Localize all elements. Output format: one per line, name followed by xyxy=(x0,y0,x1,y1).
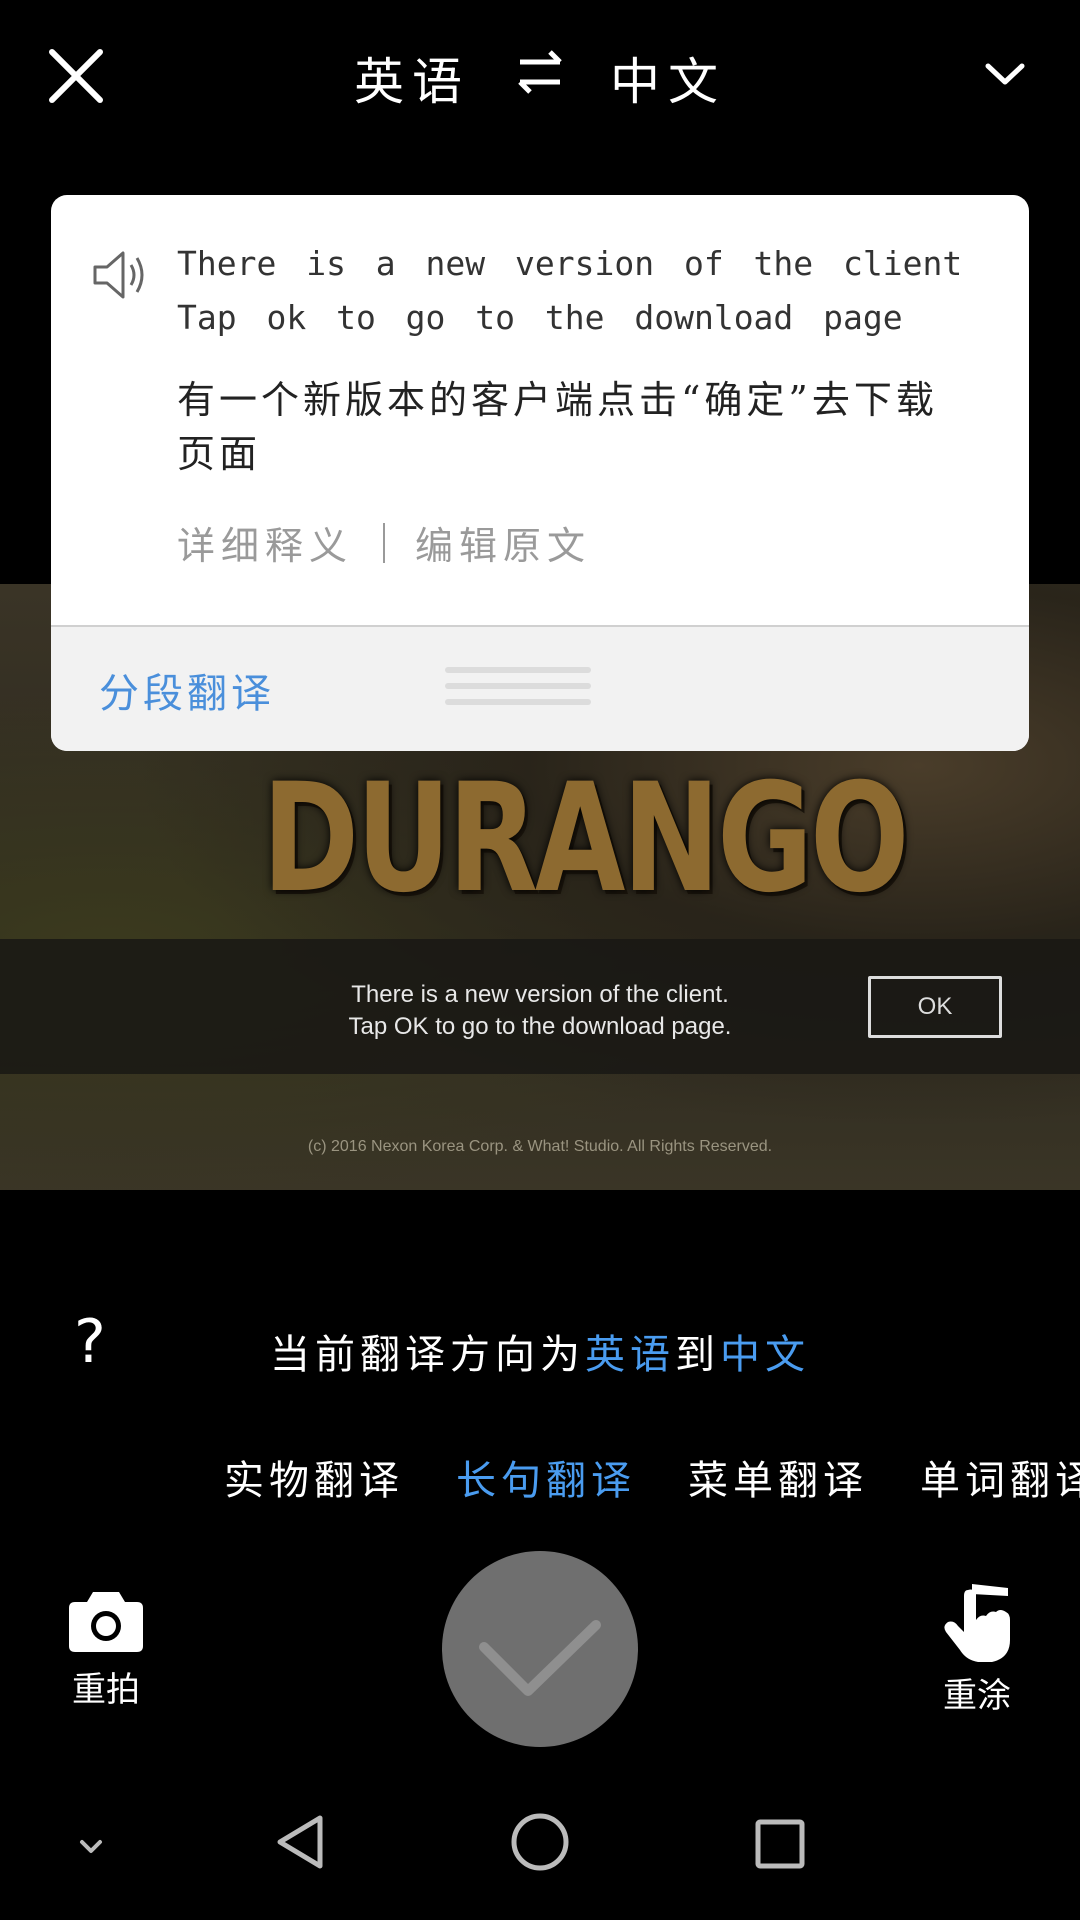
nav-home-button[interactable] xyxy=(510,1812,570,1872)
game-logo: DURANGO xyxy=(262,752,909,926)
camera-icon xyxy=(69,1592,143,1652)
translated-text: 有一个新版本的客户端点击“确定”去下载页面 xyxy=(177,378,938,476)
source-language[interactable]: 英语 xyxy=(354,42,470,114)
mode-tabs: 实物翻译 长句翻译 菜单翻译 单词翻译 xyxy=(224,1448,1080,1506)
drag-handle[interactable] xyxy=(445,667,591,713)
nav-back-button[interactable] xyxy=(274,1812,326,1872)
dropdown-button[interactable] xyxy=(970,44,1040,104)
retake-label: 重拍 xyxy=(72,1670,140,1710)
source-text: There is a new version of the client Tap… xyxy=(177,244,963,337)
retake-button[interactable]: 重拍 xyxy=(60,1588,152,1711)
repaint-label: 重涂 xyxy=(943,1676,1011,1716)
swap-icon[interactable] xyxy=(512,44,568,112)
edit-source-link[interactable]: 编辑原文 xyxy=(415,515,591,570)
checkmark-icon xyxy=(479,1620,601,1696)
home-circle-icon xyxy=(511,1813,569,1871)
nav-hide-button[interactable] xyxy=(74,1836,108,1860)
translation-card: There is a new version of the client Tap… xyxy=(51,195,1029,751)
photo-ok-button: OK xyxy=(868,976,1002,1038)
chevron-down-icon xyxy=(985,63,1025,85)
language-selector: 英语 中文 xyxy=(0,38,1080,118)
tab-object-translate[interactable]: 实物翻译 xyxy=(224,1448,404,1506)
speaker-icon[interactable] xyxy=(89,245,149,305)
card-footer: 分段翻译 xyxy=(51,625,1029,751)
translation-direction-hint: 当前翻译方向为英语到中文 xyxy=(270,1332,810,1378)
recent-square-icon xyxy=(755,1819,805,1869)
photo-copyright: (c) 2016 Nexon Korea Corp. & What! Studi… xyxy=(307,1138,773,1155)
tab-sentence-translate[interactable]: 长句翻译 xyxy=(456,1448,636,1506)
segment-translate-button[interactable]: 分段翻译 xyxy=(99,661,275,719)
repaint-button[interactable]: 重涂 xyxy=(932,1580,1022,1717)
confirm-button[interactable] xyxy=(442,1551,638,1747)
tab-word-translate[interactable]: 单词翻译 xyxy=(920,1448,1080,1506)
target-language[interactable]: 中文 xyxy=(610,42,726,114)
detail-definition-link[interactable]: 详细释义 xyxy=(177,515,353,570)
nav-recent-button[interactable] xyxy=(754,1818,806,1870)
chevron-down-icon xyxy=(80,1840,102,1853)
tab-menu-translate[interactable]: 菜单翻译 xyxy=(688,1448,868,1506)
hand-pointer-icon xyxy=(944,1584,1010,1662)
photo-dialog-message: There is a new version of the client. Ta… xyxy=(348,981,732,1040)
link-divider xyxy=(383,522,386,563)
card-links: 详细释义 编辑原文 xyxy=(177,515,591,570)
back-triangle-icon xyxy=(277,1815,323,1869)
